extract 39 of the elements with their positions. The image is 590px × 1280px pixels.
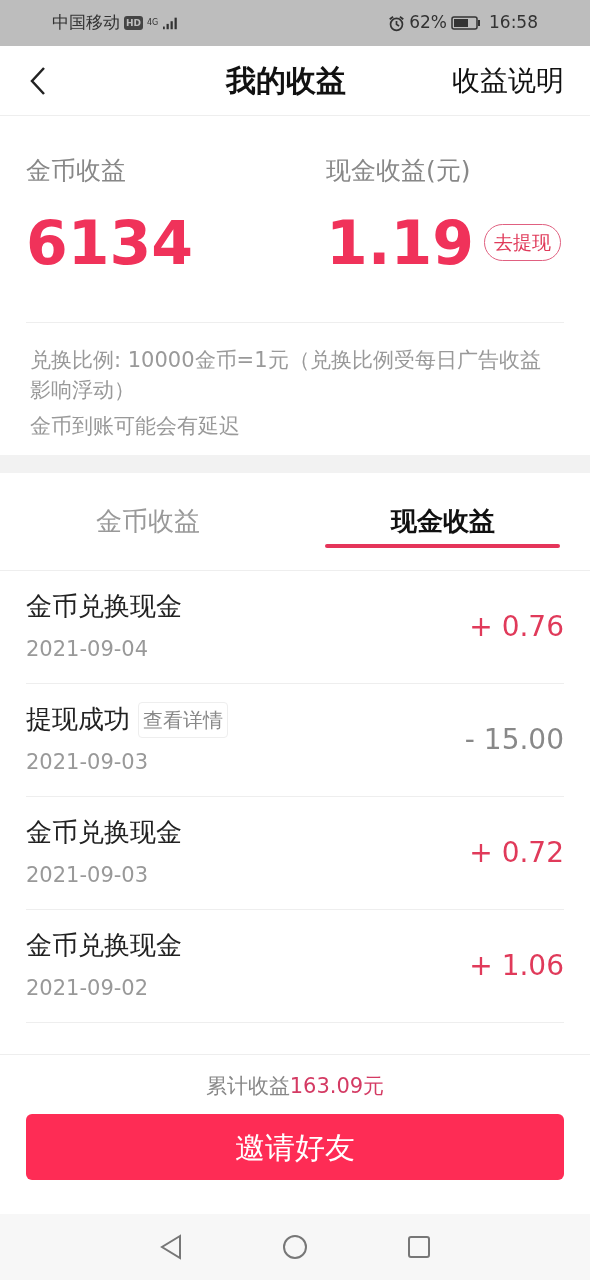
record-title: 金币兑换现金 — [26, 816, 182, 850]
signal-icon — [163, 15, 179, 31]
nav-recents-button[interactable] — [406, 1235, 431, 1259]
carrier-text: 中国移动 — [52, 11, 120, 35]
cash-income-label: 现金收益(元) — [326, 155, 472, 187]
battery-icon — [451, 16, 481, 30]
record-title: 金币兑换现金 — [26, 590, 182, 624]
record-date: 2021-09-04 — [26, 636, 150, 664]
clock-text: 16:58 — [489, 11, 538, 35]
record-amount: - 15.00 — [464, 721, 564, 758]
cash-income-value: 1.19 — [326, 206, 475, 280]
view-details-tag[interactable]: 查看详情 — [138, 701, 228, 738]
circle-home-icon — [282, 1234, 308, 1260]
record-date: 2021-09-03 — [26, 862, 150, 890]
record-title: 提现成功 — [26, 703, 130, 737]
tab[interactable]: 现金收益 — [295, 472, 590, 570]
battery-percent: 62% — [409, 11, 447, 35]
record-amount: + 0.72 — [469, 834, 564, 871]
record-amount: + 1.06 — [469, 947, 564, 984]
note-text: 兑换比例: 10000金币=1元（兑换比例受每日广告收益影响浮动） — [30, 346, 542, 404]
total-income-text: 累计收益163.09元 — [205, 1072, 385, 1100]
square-recents-icon — [406, 1235, 431, 1259]
coin-income-label: 金币收益 — [26, 155, 127, 187]
alarm-icon — [388, 14, 406, 32]
invite-friends-button[interactable]: 邀请好友 — [26, 1114, 564, 1180]
hd-badge: HD — [124, 16, 143, 30]
record-title: 金币兑换现金 — [26, 929, 182, 963]
record-date: 2021-09-03 — [26, 749, 150, 777]
income-info-link[interactable]: 收益说明 — [452, 59, 564, 102]
nav-home-button[interactable] — [282, 1234, 308, 1260]
note-text: 金币到账可能会有延迟 — [30, 412, 241, 440]
nav-back-button[interactable] — [159, 1234, 184, 1260]
page-title: 我的收益 — [226, 62, 346, 100]
record-amount: + 0.76 — [469, 608, 564, 645]
network-text: 4G — [147, 19, 159, 27]
triangle-back-icon — [159, 1234, 184, 1260]
coin-income-value: 6134 — [26, 206, 194, 280]
record-date: 2021-09-02 — [26, 975, 150, 1003]
tab[interactable]: 金币收益 — [0, 472, 295, 570]
